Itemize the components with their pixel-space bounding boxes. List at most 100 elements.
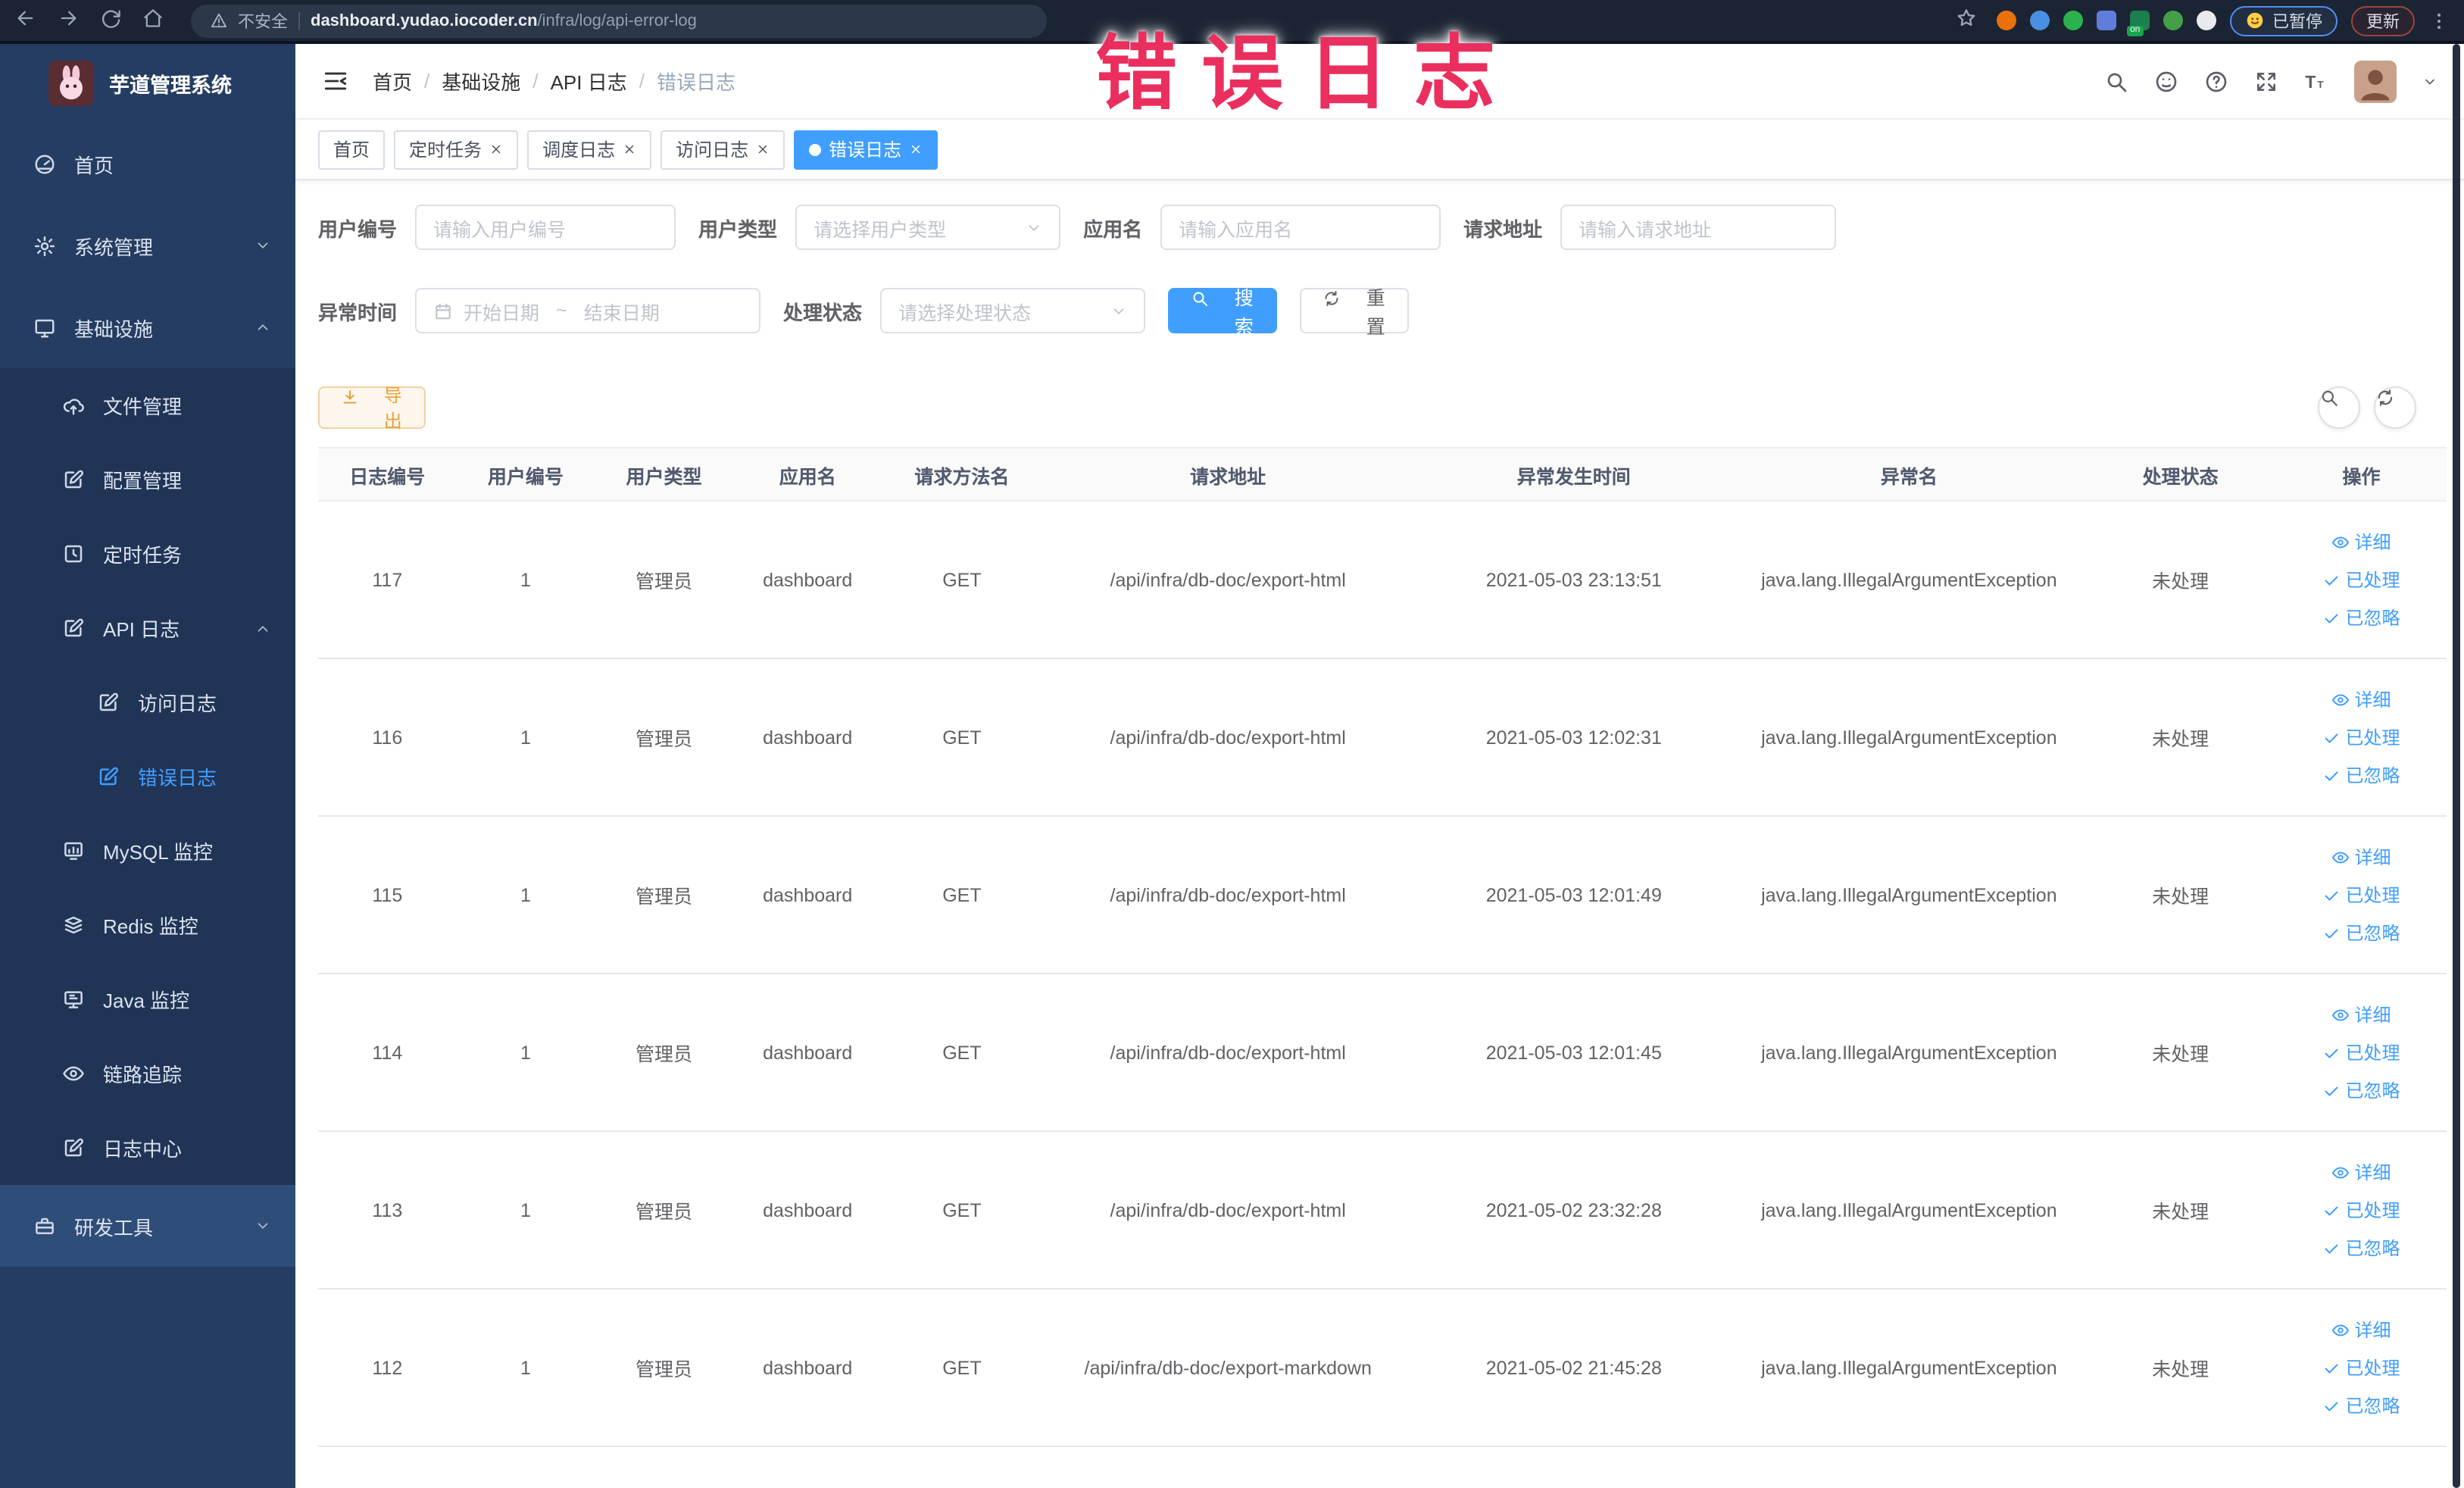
search-button[interactable]: 搜索	[1168, 288, 1278, 338]
ext-blue-shield-icon[interactable]	[2030, 11, 2050, 30]
table-header-row: 日志编号 用户编号 用户类型 应用名 请求方法名 请求地址 异常发生时间 异常名 处理状态 操作	[318, 447, 2447, 502]
browser-back-icon[interactable]	[15, 7, 42, 34]
refresh-table-button[interactable]	[2374, 386, 2416, 429]
processed-link[interactable]: 已处理	[2323, 567, 2400, 592]
fullscreen-icon[interactable]	[2254, 69, 2278, 93]
cell-method: GET	[882, 658, 1042, 817]
browser-reload-icon[interactable]	[100, 7, 127, 34]
cell-id: 115	[318, 816, 457, 974]
toggle-search-button[interactable]	[2318, 386, 2360, 429]
sidebar-item-trace[interactable]: 链路追踪	[0, 1036, 295, 1111]
address-bar[interactable]: 不安全 dashboard.yudao.iocoder.cn/infra/log…	[191, 4, 1047, 37]
tab-定时任务[interactable]: 定时任务	[394, 130, 519, 169]
ext-green-leaf-icon[interactable]	[2163, 11, 2183, 30]
process-status-select[interactable]: 请选择处理状态	[880, 288, 1146, 333]
ext-green-check-icon[interactable]	[2063, 11, 2083, 30]
chrome-right-cluster: on 已暂停 更新	[1956, 5, 2450, 36]
tab-访问日志[interactable]: 访问日志	[661, 130, 785, 169]
breadcrumb-item[interactable]: 基础设施	[442, 67, 520, 95]
ignored-link[interactable]: 已忽略	[2323, 1393, 2400, 1418]
breadcrumb-item[interactable]: 首页	[373, 67, 412, 95]
request-url-input[interactable]: 请输入请求地址	[1560, 205, 1837, 250]
ext-orange-circle-icon[interactable]	[1997, 11, 2016, 30]
table-row: 115 1 管理员 dashboard GET/api/infra/db-doc/exp…	[318, 816, 2447, 974]
check-icon	[2323, 1043, 2341, 1061]
sidebar-item-home[interactable]: 首页	[0, 123, 295, 205]
collapse-sidebar-icon[interactable]	[323, 68, 348, 94]
sidebar-item-devtools[interactable]: 研发工具	[0, 1185, 295, 1267]
search-icon[interactable]	[2104, 69, 2128, 93]
detail-link[interactable]: 详细	[2332, 1159, 2391, 1185]
url-divider	[298, 11, 300, 30]
sidebar-item-access-log[interactable]: 访问日志	[0, 665, 295, 739]
cell-app_name: dashboard	[732, 658, 882, 817]
cell-user_id: 1	[456, 1289, 595, 1447]
breadcrumb-item[interactable]: API 日志	[551, 67, 627, 95]
help-icon[interactable]	[2204, 69, 2228, 93]
ext-white-puzzle-icon[interactable]	[2197, 11, 2216, 30]
close-tab-icon[interactable]	[623, 142, 636, 156]
ignored-link[interactable]: 已忽略	[2323, 1077, 2400, 1103]
eye-icon	[62, 1062, 85, 1085]
sidebar-item-file[interactable]: 文件管理	[0, 368, 295, 442]
sidebar-logo[interactable]: 芋道管理系统	[0, 44, 295, 123]
gear-icon	[33, 234, 56, 257]
ignored-link[interactable]: 已忽略	[2323, 920, 2400, 946]
close-tab-icon[interactable]	[909, 142, 923, 156]
github-icon[interactable]	[2154, 69, 2178, 93]
detail-link[interactable]: 详细	[2332, 1002, 2391, 1027]
ext-blue-grid-icon[interactable]	[2097, 11, 2116, 30]
cloudup-icon	[62, 394, 85, 417]
sidebar-item-config[interactable]: 配置管理	[0, 442, 295, 517]
detail-link[interactable]: 详细	[2332, 844, 2391, 870]
app-name-input[interactable]: 请输入应用名	[1160, 205, 1441, 250]
processed-link[interactable]: 已处理	[2323, 1039, 2400, 1065]
browser-home-icon[interactable]	[142, 7, 170, 34]
cell-status: 未处理	[2085, 974, 2277, 1132]
detail-link[interactable]: 详细	[2332, 1317, 2391, 1343]
ext-green-on-icon[interactable]: on	[2127, 11, 2150, 36]
detail-link[interactable]: 详细	[2332, 686, 2391, 712]
bookmark-star-icon[interactable]	[1956, 7, 1983, 34]
cell-id: 112	[318, 1289, 457, 1447]
sidebar-item-error-log[interactable]: 错误日志	[0, 739, 295, 814]
paused-extension-badge[interactable]: 已暂停	[2230, 5, 2338, 36]
close-tab-icon[interactable]	[489, 142, 503, 156]
sidebar-item-job[interactable]: 定时任务	[0, 517, 295, 591]
user-id-input[interactable]: 请输入用户编号	[415, 205, 676, 250]
exception-time-range-picker[interactable]: 开始日期 ~ 结束日期	[415, 288, 761, 333]
tab-首页[interactable]: 首页	[318, 130, 386, 169]
sidebar-item-mysql[interactable]: MySQL 监控	[0, 814, 295, 888]
font-size-icon[interactable]: TT	[2304, 69, 2328, 93]
close-tab-icon[interactable]	[756, 142, 770, 156]
processed-link[interactable]: 已处理	[2323, 1355, 2400, 1380]
export-button[interactable]: 导出	[318, 385, 426, 432]
avatar[interactable]	[2354, 60, 2397, 102]
user-type-select[interactable]: 请选择用户类型	[795, 205, 1061, 250]
column-header: 请求地址	[1042, 447, 1415, 502]
ignored-link[interactable]: 已忽略	[2323, 605, 2400, 630]
processed-link[interactable]: 已处理	[2323, 724, 2400, 750]
reset-button[interactable]: 重置	[1300, 288, 1410, 338]
sidebar-item-java[interactable]: Java 监控	[0, 962, 295, 1036]
detail-link[interactable]: 详细	[2332, 529, 2391, 555]
sidebar-item-api-log[interactable]: API 日志	[0, 591, 295, 665]
sidebar-item-system[interactable]: 系统管理	[0, 205, 295, 286]
ignored-link[interactable]: 已忽略	[2323, 1235, 2400, 1261]
tab-错误日志[interactable]: 错误日志	[794, 130, 938, 169]
browser-forward-icon[interactable]	[58, 7, 85, 34]
processed-link[interactable]: 已处理	[2323, 1197, 2400, 1223]
sidebar-item-log-center[interactable]: 日志中心	[0, 1111, 295, 1185]
ignored-link[interactable]: 已忽略	[2323, 762, 2400, 788]
sidebar-item-redis[interactable]: Redis 监控	[0, 888, 295, 962]
processed-link[interactable]: 已处理	[2323, 882, 2400, 908]
browser-update-button[interactable]: 更新	[2351, 5, 2415, 36]
check-icon	[2323, 886, 2341, 904]
cell-time: 2021-05-03 12:01:45	[1414, 974, 1734, 1132]
tab-调度日志[interactable]: 调度日志	[527, 130, 652, 169]
page-scrollbar[interactable]	[2453, 44, 2460, 1488]
cell-exception: java.lang.IllegalArgumentException	[1733, 501, 2085, 659]
browser-menu-icon[interactable]	[2428, 10, 2450, 31]
sidebar-item-infra[interactable]: 基础设施	[0, 286, 295, 368]
chevron-down-icon[interactable]	[2422, 73, 2437, 89]
